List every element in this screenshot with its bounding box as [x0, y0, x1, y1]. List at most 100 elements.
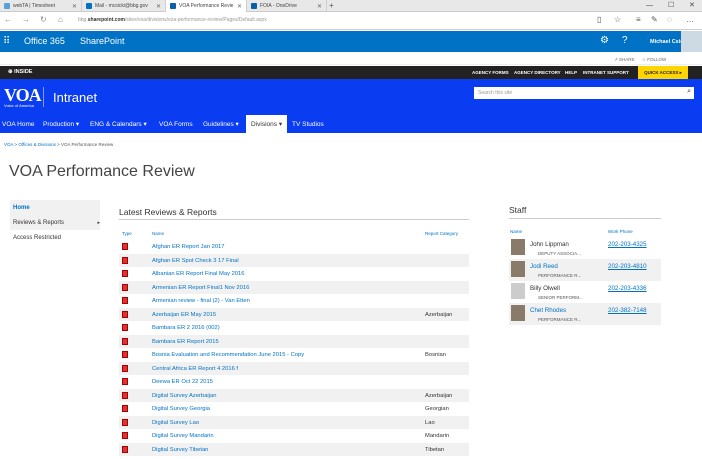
close-icon[interactable]: ✕	[72, 3, 77, 10]
staff-phone-link[interactable]: 202-203-4336	[608, 285, 647, 292]
pdf-icon[interactable]	[122, 243, 128, 250]
staff-col-phone[interactable]: Work Phone	[608, 229, 633, 234]
close-icon[interactable]: ✕	[156, 3, 161, 10]
avatar[interactable]	[511, 283, 525, 299]
nav-eng-calendars[interactable]: ENG & Calendars ▾	[90, 115, 147, 133]
new-tab-button[interactable]: +	[329, 0, 334, 12]
report-name-link[interactable]: Bosnia Evaluation and Recommendation Jun…	[152, 352, 304, 358]
gear-icon[interactable]: ⚙	[600, 35, 609, 46]
close-icon[interactable]: ✕	[237, 3, 242, 10]
report-name-link[interactable]: Azerbaijan ER May 2015	[152, 312, 216, 318]
close-icon[interactable]: ✕	[317, 3, 322, 10]
browser-tab-webta[interactable]: webTA | Timesheet ✕	[0, 0, 82, 12]
pdf-icon[interactable]	[122, 378, 128, 385]
col-header-category[interactable]: Report Category	[425, 231, 458, 236]
pdf-icon[interactable]	[122, 270, 128, 277]
help-link[interactable]: HELP	[565, 70, 577, 75]
nav-voa-home[interactable]: VOA Home	[0, 115, 37, 133]
report-name-link[interactable]: Central Africa ER Report 4 2016 f	[152, 366, 238, 372]
office365-brand[interactable]: Office 365	[24, 36, 65, 46]
intranet-support-link[interactable]: INTRANET SUPPORT	[583, 70, 629, 75]
staff-phone-link[interactable]: 202-382-7148	[608, 307, 647, 314]
avatar[interactable]	[511, 239, 525, 255]
pdf-icon[interactable]	[122, 256, 128, 264]
url-field[interactable]: bbg.sharepoint.com/sites/voa/divisions/v…	[78, 17, 267, 23]
favorite-star-icon[interactable]: ☆	[614, 15, 621, 24]
pdf-icon[interactable]	[122, 351, 128, 358]
nav-guidelines[interactable]: Guidelines ▾	[203, 115, 239, 133]
staff-name[interactable]: Billy Olwell	[530, 285, 560, 292]
more-icon[interactable]: …	[686, 15, 694, 24]
pdf-icon[interactable]	[122, 297, 128, 304]
maximize-button[interactable]: ☐	[668, 0, 674, 12]
sharepoint-link[interactable]: SharePoint	[80, 36, 125, 46]
leftnav-reviews[interactable]: Reviews & Reports ▸	[10, 215, 100, 230]
pdf-icon[interactable]	[122, 324, 128, 331]
home-icon[interactable]: ⌂	[58, 15, 63, 24]
forward-arrow-icon[interactable]: →	[22, 15, 30, 24]
report-name-link[interactable]: Digital Survey Georgia	[152, 406, 210, 412]
report-name-link[interactable]: Armenian ER Report Final1 Nov 2016	[152, 285, 249, 291]
browser-tab-onedrive[interactable]: FOIA - OneDrive ✕	[247, 0, 327, 12]
minimize-button[interactable]: —	[646, 0, 653, 12]
report-name-link[interactable]: Digital Survey Azerbaijan	[152, 393, 216, 399]
share-icon[interactable]: ◌	[667, 15, 672, 24]
browser-tab-voa[interactable]: VOA Performance Revie ✕	[166, 0, 247, 12]
notes-icon[interactable]: ✎	[651, 15, 658, 24]
report-name-link[interactable]: Albanian ER Report Final May 2016	[152, 271, 244, 277]
staff-name[interactable]: Chet Rhodes	[530, 307, 566, 314]
report-name-link[interactable]: Digital Survey Lao	[152, 420, 199, 426]
pdf-icon[interactable]	[122, 432, 128, 439]
pdf-icon[interactable]	[122, 310, 128, 318]
window-close-button[interactable]: ✕	[689, 0, 695, 12]
staff-phone-link[interactable]: 202-203-4325	[608, 241, 647, 248]
hub-icon[interactable]: ≡	[636, 15, 641, 24]
agency-forms-link[interactable]: AGENCY FORMS	[472, 70, 509, 75]
breadcrumb-voa[interactable]: VOA	[4, 142, 13, 147]
report-name-link[interactable]: Afghan ER Spot Check 3 17 Final	[152, 258, 239, 264]
breadcrumb-offices[interactable]: Offices & Divisions	[18, 142, 55, 147]
search-input[interactable]: Search this site ⌕	[474, 87, 694, 99]
nav-divisions[interactable]: Divisions ▾	[246, 115, 288, 133]
app-launcher-icon[interactable]: ⠿	[3, 36, 10, 47]
leftnav-access[interactable]: Access Restricted	[10, 230, 100, 245]
pdf-icon[interactable]	[122, 364, 128, 372]
pdf-icon[interactable]	[122, 445, 128, 453]
leftnav-home[interactable]: Home	[10, 200, 100, 215]
report-name-link[interactable]: Digital Survey Mandarin	[152, 433, 214, 439]
share-button[interactable]: ↗ SHARE	[614, 57, 635, 63]
pdf-icon[interactable]	[122, 391, 128, 399]
reading-view-icon[interactable]: ▯	[597, 15, 601, 24]
agency-directory-link[interactable]: AGENCY DIRECTORY	[514, 70, 561, 75]
staff-name[interactable]: John Lippman	[530, 241, 569, 248]
help-icon[interactable]: ?	[622, 35, 628, 46]
report-name-link[interactable]: Bambara ER Report 2015	[152, 339, 219, 345]
site-title[interactable]: Intranet	[53, 90, 97, 105]
inside-logo[interactable]: ⊕ INSIDE	[8, 69, 32, 75]
staff-col-name[interactable]: Name	[510, 229, 522, 234]
quick-access-button[interactable]: QUICK ACCESS ▸	[638, 66, 688, 79]
report-name-link[interactable]: Deewa ER Oct 22 2015	[152, 379, 213, 385]
col-header-name[interactable]: Name	[152, 231, 164, 236]
follow-button[interactable]: ☆ FOLLOW	[642, 57, 666, 63]
avatar[interactable]	[511, 305, 525, 321]
pdf-icon[interactable]	[122, 283, 128, 291]
report-name-link[interactable]: Afghan ER Report Jan 2017	[152, 244, 225, 250]
report-name-link[interactable]: Armenian review - final (2) - Van Etten	[152, 298, 250, 304]
browser-tab-mail[interactable]: Mail - mcsicki@bbg.gov ✕	[82, 0, 166, 12]
avatar[interactable]	[681, 31, 702, 52]
nav-tv-studios[interactable]: TV Studios	[292, 115, 324, 133]
pdf-icon[interactable]	[122, 418, 128, 426]
back-arrow-icon[interactable]: ←	[4, 15, 12, 24]
staff-phone-link[interactable]: 202-203-4810	[608, 263, 647, 270]
avatar[interactable]	[511, 261, 525, 277]
nav-production[interactable]: Production ▾	[43, 115, 79, 133]
pdf-icon[interactable]	[122, 405, 128, 412]
report-name-link[interactable]: Bambara ER 2 2016 (002)	[152, 325, 220, 331]
search-icon[interactable]: ⌕	[687, 88, 691, 96]
nav-voa-forms[interactable]: VOA Forms	[159, 115, 193, 133]
pdf-icon[interactable]	[122, 337, 128, 345]
refresh-icon[interactable]: ↻	[40, 15, 47, 24]
staff-name[interactable]: Jodi Reed	[530, 263, 558, 270]
report-name-link[interactable]: Digital Survey Tibetan	[152, 447, 208, 453]
